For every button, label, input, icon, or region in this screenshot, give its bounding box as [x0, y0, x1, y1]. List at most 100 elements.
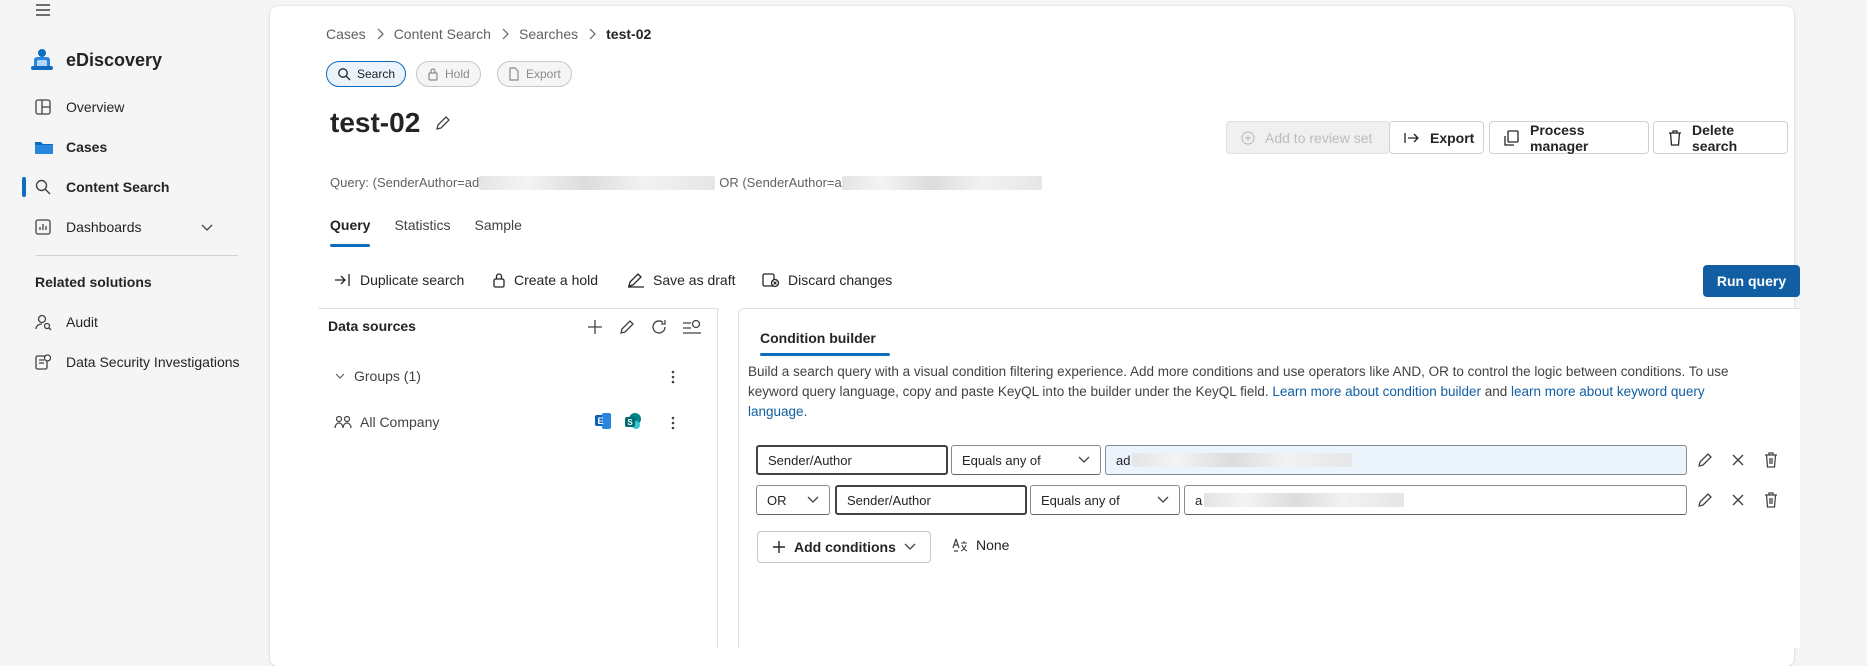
trash-icon[interactable]: [1763, 451, 1781, 469]
sidebar-item-label: Dashboards: [66, 219, 142, 235]
page-title-row: test-02: [330, 107, 452, 139]
group-people-icon: [334, 414, 352, 430]
boolean-operator-dropdown[interactable]: OR: [756, 485, 830, 515]
edit-title-icon[interactable]: [434, 114, 452, 132]
breadcrumb-searches[interactable]: Searches: [519, 26, 578, 42]
export-button[interactable]: Export: [1389, 121, 1484, 154]
app-name: eDiscovery: [66, 49, 163, 70]
add-conditions-button[interactable]: Add conditions: [757, 531, 931, 563]
close-icon[interactable]: [1729, 491, 1747, 509]
button-label: Delete search: [1692, 121, 1738, 154]
none-indicator[interactable]: None: [952, 537, 1009, 553]
process-manager-button[interactable]: Process manager: [1489, 121, 1649, 154]
overview-icon: [34, 98, 52, 116]
query-prefix: Query: (SenderAuthor=ad: [330, 175, 480, 190]
search-icon: [337, 67, 351, 81]
edit-icon[interactable]: [1696, 491, 1714, 509]
duplicate-arrow-icon: [334, 272, 352, 288]
operator-value: Equals any of: [1041, 492, 1120, 508]
condition-field-input[interactable]: Sender/Author: [756, 445, 948, 475]
sidebar-item-label: Content Search: [66, 179, 170, 195]
lock-icon: [492, 272, 506, 288]
dashboard-icon: [34, 218, 52, 236]
field-value: Sender/Author: [847, 492, 931, 508]
breadcrumb-content-search[interactable]: Content Search: [394, 26, 491, 42]
sidebar-item-dashboards[interactable]: Dashboards: [22, 210, 240, 244]
create-hold-button[interactable]: Create a hold: [492, 272, 598, 288]
condition-builder-link[interactable]: Learn more about condition builder: [1272, 384, 1481, 399]
chevron-down-icon[interactable]: [334, 371, 346, 381]
search-pill[interactable]: Search: [326, 61, 407, 87]
button-label: Export: [1430, 129, 1475, 146]
sidebar-item-label: Audit: [66, 314, 98, 330]
query-summary: Query: (SenderAuthor=ad OR (SenderAuthor…: [330, 175, 1042, 190]
chevron-down-icon: [1078, 456, 1090, 464]
add-to-review-set-button[interactable]: Add to review set: [1226, 121, 1390, 154]
chevron-down-icon[interactable]: [200, 222, 214, 232]
all-company-label: All Company: [360, 414, 440, 430]
duplicate-search-button[interactable]: Duplicate search: [334, 272, 464, 288]
sidebar-item-audit[interactable]: Audit: [22, 305, 240, 339]
condition-field-input[interactable]: Sender/Author: [835, 485, 1027, 515]
run-query-button[interactable]: Run query: [1703, 265, 1800, 297]
trash-icon[interactable]: [1763, 491, 1781, 509]
redacted-text: [1132, 453, 1353, 467]
operator-dropdown[interactable]: Equals any of: [951, 445, 1101, 475]
add-icon[interactable]: [586, 318, 606, 338]
edit-icon[interactable]: [1696, 451, 1714, 469]
trash-icon: [1668, 129, 1682, 146]
svg-text:S: S: [627, 418, 633, 427]
tab-statistics[interactable]: Statistics: [394, 217, 450, 247]
export-arrow-icon: [1404, 131, 1420, 145]
button-label: Create a hold: [514, 272, 599, 288]
tab-condition-builder[interactable]: Condition builder: [760, 330, 890, 356]
all-company-row[interactable]: All Company: [334, 414, 439, 430]
pill-label: Search: [357, 67, 396, 81]
page-title: test-02: [330, 107, 421, 138]
export-pill[interactable]: Export: [497, 61, 572, 87]
filter-list-icon[interactable]: [682, 318, 702, 338]
sharepoint-icon: S: [624, 412, 642, 430]
cases-folder-icon: [34, 138, 53, 156]
hold-pill[interactable]: Hold: [416, 61, 481, 87]
condition-builder-description: Build a search query with a visual condi…: [748, 362, 1748, 422]
more-options-icon[interactable]: [665, 415, 681, 431]
sidebar-item-content-search[interactable]: Content Search: [22, 170, 240, 204]
redacted-text: [479, 175, 716, 190]
plus-icon: [772, 540, 786, 554]
button-label: Save as draft: [653, 272, 736, 288]
save-as-draft-button[interactable]: Save as draft: [627, 272, 736, 288]
sidebar-item-label: Cases: [66, 139, 108, 155]
process-manager-icon: [1504, 129, 1520, 146]
refresh-icon[interactable]: [650, 318, 670, 338]
chevron-right-icon: [501, 28, 509, 40]
audit-icon: [34, 313, 52, 331]
more-options-icon[interactable]: [665, 369, 681, 385]
sensitivity-icon: [952, 537, 968, 553]
hamburger-menu-icon[interactable]: [34, 2, 52, 18]
ediscovery-logo-icon: [28, 46, 56, 74]
operator-dropdown[interactable]: Equals any of: [1030, 485, 1180, 515]
button-label: Process manager: [1530, 121, 1589, 154]
tab-query[interactable]: Query: [330, 217, 371, 247]
value-text: a: [1195, 492, 1203, 508]
close-icon[interactable]: [1729, 451, 1747, 469]
sidebar-item-overview[interactable]: Overview: [22, 90, 240, 124]
sidebar-item-cases[interactable]: Cases: [22, 130, 240, 164]
tab-sample[interactable]: Sample: [474, 217, 521, 247]
discard-icon: [762, 272, 780, 288]
pill-label: Export: [526, 67, 561, 81]
sidebar-item-data-security[interactable]: Data Security Investigations: [22, 345, 240, 379]
button-label: Add conditions: [794, 539, 896, 555]
desc-text: .: [803, 404, 808, 419]
delete-search-button[interactable]: Delete search: [1653, 121, 1788, 154]
query-tabs: Query Statistics Sample: [330, 217, 522, 247]
discard-changes-button[interactable]: Discard changes: [762, 272, 892, 288]
breadcrumb-cases[interactable]: Cases: [326, 26, 366, 42]
condition-value-input[interactable]: a: [1184, 485, 1687, 515]
query-middle: OR (SenderAuthor=a: [719, 175, 842, 190]
bool-value: OR: [767, 492, 787, 508]
groups-row[interactable]: Groups (1): [334, 368, 421, 384]
edit-icon[interactable]: [618, 318, 638, 338]
condition-value-input[interactable]: ad: [1105, 445, 1687, 475]
